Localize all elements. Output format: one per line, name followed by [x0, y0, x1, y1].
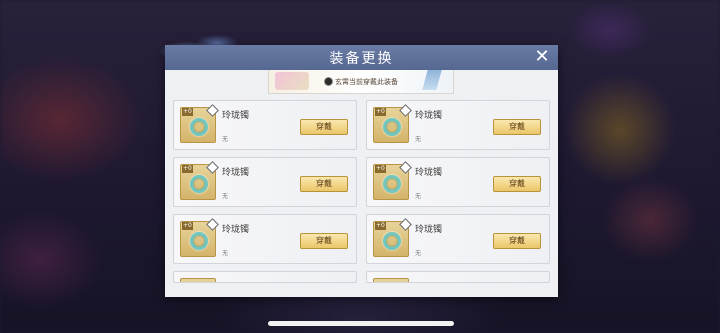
equipment-item[interactable]: +0 玲珑镯 无 穿戴: [366, 157, 550, 207]
bracelet-icon: +0: [180, 104, 219, 143]
item-level: +0: [182, 222, 193, 230]
jade-ring-graphic: [383, 175, 401, 193]
item-name: 玲珑镯: [415, 225, 443, 235]
item-sub: 无: [222, 193, 229, 200]
equipment-item[interactable]: +0 玲珑镯 无 穿戴: [173, 157, 357, 207]
current-equipped-card: 玄霄当前穿戴此装备: [268, 70, 454, 94]
item-level: +0: [375, 222, 386, 230]
item-level: +0: [375, 108, 386, 116]
equipment-item[interactable]: +0 玲珑镯 无 穿戴: [366, 100, 550, 150]
equipment-item[interactable]: +0 玲珑镯 无 穿戴: [173, 214, 357, 264]
bracelet-icon: +0: [180, 218, 219, 257]
bracelet-icon: +0: [373, 161, 412, 200]
item-name: 玲珑镯: [415, 168, 443, 178]
equipment-item[interactable]: +0 玲珑镯 无 穿戴: [366, 214, 550, 264]
equipment-item-partial[interactable]: [366, 271, 550, 283]
bracelet-icon: [373, 278, 409, 282]
item-name: 玲珑镯: [415, 111, 443, 121]
item-level: +0: [375, 165, 386, 173]
item-sub: 无: [415, 250, 422, 257]
item-level: +0: [182, 165, 193, 173]
corner-badge-icon: [206, 104, 219, 117]
card-decoration-left: [275, 72, 309, 90]
bracelet-icon: +0: [180, 161, 219, 200]
corner-badge-icon: [206, 161, 219, 174]
item-name: 玲珑镯: [222, 111, 250, 121]
equipment-item[interactable]: +0 玲珑镯 无 穿戴: [173, 100, 357, 150]
item-sub: 无: [222, 136, 229, 143]
wear-button[interactable]: 穿戴: [300, 176, 348, 192]
home-indicator[interactable]: [268, 321, 454, 326]
corner-badge-icon: [399, 104, 412, 117]
corner-badge-icon: [206, 218, 219, 231]
bracelet-icon: +0: [373, 104, 412, 143]
current-equipped-text: 玄霄当前穿戴此装备: [335, 77, 398, 86]
item-sub: 无: [222, 250, 229, 257]
wear-button[interactable]: 穿戴: [493, 176, 541, 192]
equipment-change-dialog: 装备更换 ✕ 玄霄当前穿戴此装备 +0 玲珑镯 无 穿戴 +0 玲珑镯 无 穿戴…: [157, 33, 558, 297]
item-sub: 无: [415, 193, 422, 200]
avatar-icon: [324, 77, 333, 86]
corner-badge-icon: [399, 218, 412, 231]
wear-button[interactable]: 穿戴: [493, 119, 541, 135]
wear-button[interactable]: 穿戴: [300, 119, 348, 135]
item-name: 玲珑镯: [222, 168, 250, 178]
card-decoration-right: [422, 70, 442, 90]
bracelet-icon: +0: [373, 218, 412, 257]
jade-ring-graphic: [383, 118, 401, 136]
item-sub: 无: [415, 136, 422, 143]
equipment-item-partial[interactable]: [173, 271, 357, 283]
corner-badge-icon: [399, 161, 412, 174]
dialog-titlebar: 装备更换 ✕: [165, 45, 558, 70]
wear-button[interactable]: 穿戴: [493, 233, 541, 249]
wear-button[interactable]: 穿戴: [300, 233, 348, 249]
bracelet-icon: [180, 278, 216, 282]
close-icon[interactable]: ✕: [532, 47, 552, 67]
jade-ring-graphic: [190, 175, 208, 193]
dialog-title: 装备更换: [329, 50, 394, 67]
jade-ring-graphic: [190, 118, 208, 136]
jade-ring-graphic: [383, 232, 401, 250]
jade-ring-graphic: [190, 232, 208, 250]
item-level: +0: [182, 108, 193, 116]
item-name: 玲珑镯: [222, 225, 250, 235]
